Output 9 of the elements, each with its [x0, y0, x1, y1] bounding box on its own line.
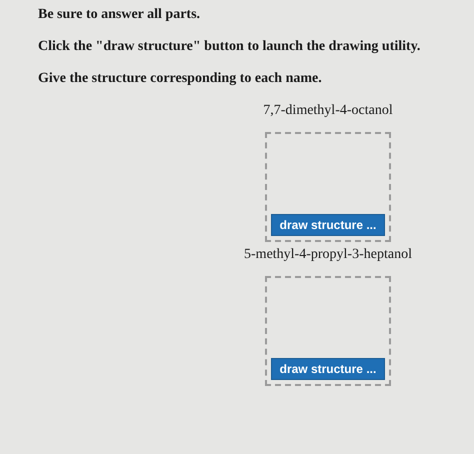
- compound-name: 5-methyl-4-propyl-3-heptanol: [244, 246, 412, 264]
- instruction-text: Click the "draw structure" button to launch the drawing utility.: [38, 38, 422, 56]
- instruction-text: Be sure to answer all parts.: [38, 6, 202, 24]
- draw-structure-button[interactable]: draw structure ...: [270, 214, 386, 236]
- compound-name: 7,7-dimethyl-4-octanol: [263, 102, 393, 120]
- drawing-area[interactable]: draw structure ...: [265, 132, 391, 242]
- draw-structure-button[interactable]: draw structure ...: [270, 358, 386, 380]
- instruction-text: Give the structure corresponding to each name.: [38, 70, 323, 88]
- drawing-area[interactable]: draw structure ...: [264, 276, 391, 386]
